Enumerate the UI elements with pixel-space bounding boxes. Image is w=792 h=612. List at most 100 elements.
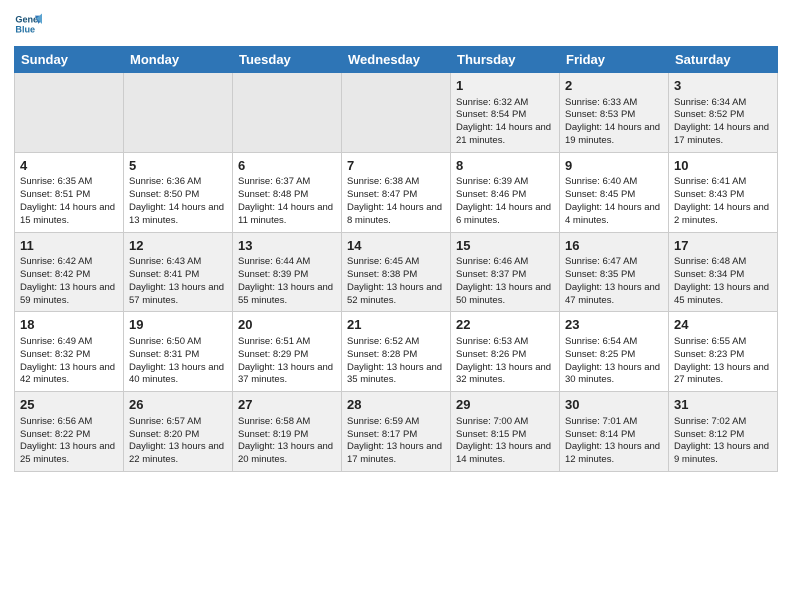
day-info: Sunset: 8:42 PM — [20, 269, 118, 282]
calendar-cell: 11Sunrise: 6:42 AMSunset: 8:42 PMDayligh… — [15, 232, 124, 312]
calendar-cell: 28Sunrise: 6:59 AMSunset: 8:17 PMDayligh… — [342, 392, 451, 472]
calendar-cell: 24Sunrise: 6:55 AMSunset: 8:23 PMDayligh… — [669, 312, 778, 392]
day-info: Sunrise: 6:42 AM — [20, 256, 118, 269]
day-info: Daylight: 13 hours and 42 minutes. — [20, 362, 118, 388]
calendar-cell: 3Sunrise: 6:34 AMSunset: 8:52 PMDaylight… — [669, 73, 778, 153]
day-info: Daylight: 13 hours and 22 minutes. — [129, 441, 227, 467]
day-info: Sunset: 8:39 PM — [238, 269, 336, 282]
calendar-cell: 4Sunrise: 6:35 AMSunset: 8:51 PMDaylight… — [15, 152, 124, 232]
weekday-header-tuesday: Tuesday — [233, 47, 342, 73]
day-info: Sunset: 8:37 PM — [456, 269, 554, 282]
day-number: 3 — [674, 77, 772, 95]
day-number: 11 — [20, 237, 118, 255]
day-info: Sunset: 8:53 PM — [565, 109, 663, 122]
calendar-cell: 20 Sunrise: 6:51 AMSunset: 8:29 PMDayligh… — [233, 312, 342, 392]
day-info: Sunrise: 6:50 AM — [129, 336, 227, 349]
day-info: Sunset: 8:48 PM — [238, 189, 336, 202]
day-info: Sunrise: 6:35 AM — [20, 176, 118, 189]
day-info: Sunrise: 6:33 AM — [565, 97, 663, 110]
calendar-cell: 29Sunrise: 7:00 AMSunset: 8:15 PMDayligh… — [451, 392, 560, 472]
day-info: Sunrise: 6:45 AM — [347, 256, 445, 269]
day-info: Sunset: 8:22 PM — [20, 429, 118, 442]
logo-icon: General Blue — [14, 10, 42, 38]
day-number: 16 — [565, 237, 663, 255]
day-number: 8 — [456, 157, 554, 175]
day-info: Sunrise: 6:39 AM — [456, 176, 554, 189]
calendar-cell: 25Sunrise: 6:56 AMSunset: 8:22 PMDayligh… — [15, 392, 124, 472]
day-info: Sunrise: 6:46 AM — [456, 256, 554, 269]
calendar-cell: 2Sunrise: 6:33 AMSunset: 8:53 PMDaylight… — [560, 73, 669, 153]
weekday-header-sunday: Sunday — [15, 47, 124, 73]
day-info: Sunrise: 6:58 AM — [238, 416, 336, 429]
day-info: Sunrise: 6:59 AM — [347, 416, 445, 429]
logo: General Blue — [14, 10, 42, 38]
day-info: Daylight: 13 hours and 55 minutes. — [238, 282, 336, 308]
calendar-cell — [233, 73, 342, 153]
day-number: 10 — [674, 157, 772, 175]
day-info: Sunrise: 6:38 AM — [347, 176, 445, 189]
day-info: Sunrise: 6:37 AM — [238, 176, 336, 189]
day-info: Sunset: 8:20 PM — [129, 429, 227, 442]
day-number: 14 — [347, 237, 445, 255]
calendar-cell: 10Sunrise: 6:41 AMSunset: 8:43 PMDayligh… — [669, 152, 778, 232]
day-info: Sunrise: 7:00 AM — [456, 416, 554, 429]
weekday-header-row: SundayMondayTuesdayWednesdayThursdayFrid… — [15, 47, 778, 73]
day-number: 29 — [456, 396, 554, 414]
day-info: Sunset: 8:46 PM — [456, 189, 554, 202]
weekday-header-thursday: Thursday — [451, 47, 560, 73]
calendar-cell: 6Sunrise: 6:37 AMSunset: 8:48 PMDaylight… — [233, 152, 342, 232]
day-info: Sunrise: 6:55 AM — [674, 336, 772, 349]
day-info: Sunset: 8:41 PM — [129, 269, 227, 282]
day-info: Sunrise: 6:54 AM — [565, 336, 663, 349]
day-info: Daylight: 13 hours and 30 minutes. — [565, 362, 663, 388]
day-info: Daylight: 13 hours and 27 minutes. — [674, 362, 772, 388]
day-info: Sunset: 8:15 PM — [456, 429, 554, 442]
day-info: Sunset: 8:28 PM — [347, 349, 445, 362]
calendar-cell: 8Sunrise: 6:39 AMSunset: 8:46 PMDaylight… — [451, 152, 560, 232]
day-number: 20 — [238, 316, 336, 334]
day-info: Sunset: 8:45 PM — [565, 189, 663, 202]
day-number: 28 — [347, 396, 445, 414]
week-row-5: 25Sunrise: 6:56 AMSunset: 8:22 PMDayligh… — [15, 392, 778, 472]
day-info: Sunset: 8:50 PM — [129, 189, 227, 202]
day-info: Daylight: 13 hours and 35 minutes. — [347, 362, 445, 388]
day-number: 31 — [674, 396, 772, 414]
svg-text:Blue: Blue — [15, 24, 35, 34]
day-info: Sunset: 8:31 PM — [129, 349, 227, 362]
calendar-cell: 27Sunrise: 6:58 AMSunset: 8:19 PMDayligh… — [233, 392, 342, 472]
calendar-cell: 12Sunrise: 6:43 AMSunset: 8:41 PMDayligh… — [124, 232, 233, 312]
day-info: Sunrise: 6:52 AM — [347, 336, 445, 349]
day-number: 6 — [238, 157, 336, 175]
day-number: 5 — [129, 157, 227, 175]
day-info: Sunset: 8:35 PM — [565, 269, 663, 282]
day-info: Daylight: 13 hours and 57 minutes. — [129, 282, 227, 308]
week-row-2: 4Sunrise: 6:35 AMSunset: 8:51 PMDaylight… — [15, 152, 778, 232]
day-info: Sunset: 8:38 PM — [347, 269, 445, 282]
day-info: Sunrise: 6:44 AM — [238, 256, 336, 269]
day-number: 26 — [129, 396, 227, 414]
weekday-header-saturday: Saturday — [669, 47, 778, 73]
week-row-4: 18Sunrise: 6:49 AMSunset: 8:32 PMDayligh… — [15, 312, 778, 392]
calendar-cell: 23Sunrise: 6:54 AMSunset: 8:25 PMDayligh… — [560, 312, 669, 392]
day-info: Sunrise: 6:51 AM — [238, 336, 336, 349]
day-info: Daylight: 14 hours and 13 minutes. — [129, 202, 227, 228]
day-info: Sunset: 8:12 PM — [674, 429, 772, 442]
day-info: Daylight: 13 hours and 12 minutes. — [565, 441, 663, 467]
day-number: 13 — [238, 237, 336, 255]
calendar-cell: 26Sunrise: 6:57 AMSunset: 8:20 PMDayligh… — [124, 392, 233, 472]
weekday-header-friday: Friday — [560, 47, 669, 73]
day-info: Daylight: 13 hours and 40 minutes. — [129, 362, 227, 388]
day-info: Daylight: 13 hours and 37 minutes. — [238, 362, 336, 388]
day-info: Sunrise: 6:34 AM — [674, 97, 772, 110]
calendar-cell: 9Sunrise: 6:40 AMSunset: 8:45 PMDaylight… — [560, 152, 669, 232]
calendar-table: SundayMondayTuesdayWednesdayThursdayFrid… — [14, 46, 778, 472]
day-info: Daylight: 14 hours and 8 minutes. — [347, 202, 445, 228]
day-info: Sunset: 8:25 PM — [565, 349, 663, 362]
day-info: Daylight: 14 hours and 2 minutes. — [674, 202, 772, 228]
day-info: Daylight: 13 hours and 20 minutes. — [238, 441, 336, 467]
calendar-cell: 16Sunrise: 6:47 AMSunset: 8:35 PMDayligh… — [560, 232, 669, 312]
day-info: Sunset: 8:23 PM — [674, 349, 772, 362]
day-info: Sunrise: 6:48 AM — [674, 256, 772, 269]
day-info: Sunset: 8:29 PM — [238, 349, 336, 362]
day-number: 18 — [20, 316, 118, 334]
